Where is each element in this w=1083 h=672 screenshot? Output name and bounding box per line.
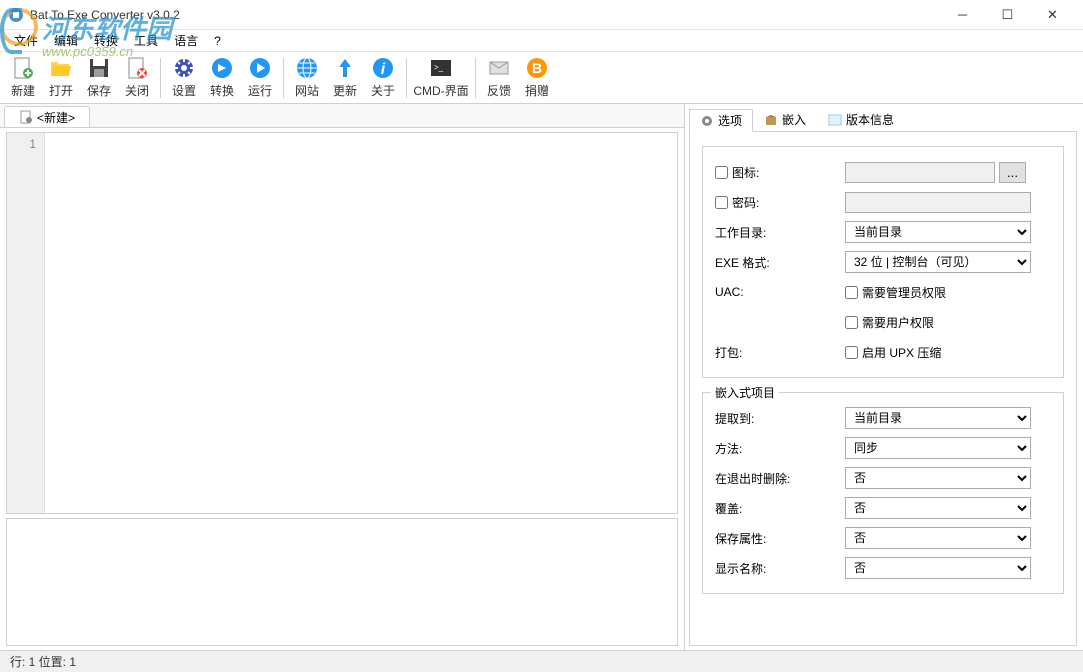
uac-user-checkbox[interactable] [845, 316, 858, 329]
toolbar-website[interactable]: 网站 [289, 54, 325, 102]
delete-select[interactable]: 否 [845, 467, 1031, 489]
password-input[interactable] [845, 192, 1031, 213]
pack-label: 打包: [715, 344, 845, 361]
editor-area: <新建> 1 [0, 104, 685, 650]
terminal-icon: >_ [429, 56, 453, 80]
folder-open-icon [49, 56, 73, 80]
line-gutter: 1 [7, 133, 45, 513]
uac-label: UAC: [715, 285, 845, 299]
uac-admin-checkbox[interactable] [845, 286, 858, 299]
maximize-button[interactable]: ☐ [985, 0, 1030, 29]
password-checkbox[interactable] [715, 196, 728, 209]
svg-text:>_: >_ [434, 63, 444, 72]
icon-browse-button[interactable]: ... [999, 162, 1026, 183]
globe-icon [295, 56, 319, 80]
toolbar-convert[interactable]: 转换 [204, 54, 240, 102]
basic-options-group: 图标: ... 密码: [702, 146, 1064, 378]
tab-embed[interactable]: 嵌入 [753, 108, 817, 131]
toolbar: 新建 打开 保存 关闭 设置 转换 运行 网站 更新 i 关于 >_ CMD-界… [0, 52, 1083, 104]
info-icon: i [371, 56, 395, 80]
menu-tools[interactable]: 工具 [126, 30, 166, 51]
mail-icon [487, 56, 511, 80]
toolbar-open[interactable]: 打开 [43, 54, 79, 102]
menu-file[interactable]: 文件 [6, 30, 46, 51]
toolbar-close[interactable]: 关闭 [119, 54, 155, 102]
right-panel: 选项 嵌入 版本信息 图标: [685, 104, 1083, 650]
extract-select[interactable]: 当前目录 [845, 407, 1031, 429]
editor-tabs: <新建> [0, 104, 684, 128]
exeformat-select[interactable]: 32 位 | 控制台（可见） [845, 251, 1031, 273]
saveattr-label: 保存属性: [715, 530, 845, 547]
toolbar-feedback[interactable]: 反馈 [481, 54, 517, 102]
save-icon [87, 56, 111, 80]
uac-admin-wrap[interactable]: 需要管理员权限 [845, 284, 946, 301]
bitcoin-icon: B [525, 56, 549, 80]
icon-input[interactable] [845, 162, 995, 183]
showname-label: 显示名称: [715, 560, 845, 577]
toolbar-about[interactable]: i 关于 [365, 54, 401, 102]
app-icon [8, 7, 24, 23]
saveattr-select[interactable]: 否 [845, 527, 1031, 549]
toolbar-cmd[interactable]: >_ CMD-界面 [412, 54, 470, 102]
toolbar-settings[interactable]: 设置 [166, 54, 202, 102]
embed-options-group: 嵌入式项目 提取到: 当前目录 方法: 同步 在退出时删除: 否 [702, 392, 1064, 594]
menu-language[interactable]: 语言 [166, 30, 206, 51]
document-icon [19, 110, 33, 124]
workdir-select[interactable]: 当前目录 [845, 221, 1031, 243]
close-button[interactable]: ✕ [1030, 0, 1075, 29]
exeformat-label: EXE 格式: [715, 254, 845, 271]
toolbar-donate[interactable]: B 捐赠 [519, 54, 555, 102]
options-panel: 图标: ... 密码: [689, 132, 1077, 646]
workdir-label: 工作目录: [715, 224, 845, 241]
gear-icon [700, 114, 714, 128]
output-panel[interactable] [6, 518, 678, 646]
showname-select[interactable]: 否 [845, 557, 1031, 579]
uac-user-wrap[interactable]: 需要用户权限 [845, 314, 934, 331]
menu-convert[interactable]: 转换 [86, 30, 126, 51]
method-select[interactable]: 同步 [845, 437, 1031, 459]
statusbar: 行: 1 位置: 1 [0, 650, 1083, 672]
settings-icon [172, 56, 196, 80]
method-label: 方法: [715, 440, 845, 457]
tab-version[interactable]: 版本信息 [817, 108, 905, 131]
toolbar-run[interactable]: 运行 [242, 54, 278, 102]
menu-edit[interactable]: 编辑 [46, 30, 86, 51]
toolbar-new[interactable]: 新建 [5, 54, 41, 102]
upx-checkbox[interactable] [845, 346, 858, 359]
overwrite-label: 覆盖: [715, 500, 845, 517]
toolbar-save[interactable]: 保存 [81, 54, 117, 102]
run-icon [248, 56, 272, 80]
titlebar: Bat To Exe Converter v3.0.2 ─ ☐ ✕ [0, 0, 1083, 30]
tab-options[interactable]: 选项 [689, 109, 753, 132]
cursor-position: 行: 1 位置: 1 [10, 653, 76, 670]
toolbar-update[interactable]: 更新 [327, 54, 363, 102]
icon-checkbox[interactable] [715, 166, 728, 179]
svg-text:i: i [381, 61, 386, 78]
embed-group-title: 嵌入式项目 [711, 384, 779, 401]
info-card-icon [828, 113, 842, 127]
menubar: 文件 编辑 转换 工具 语言 ? [0, 30, 1083, 52]
upx-wrap[interactable]: 启用 UPX 压缩 [845, 344, 941, 361]
panel-tabs: 选项 嵌入 版本信息 [689, 108, 1077, 132]
new-file-icon [11, 56, 35, 80]
update-icon [333, 56, 357, 80]
convert-icon [210, 56, 234, 80]
editor-tab-new[interactable]: <新建> [4, 106, 90, 127]
minimize-button[interactable]: ─ [940, 0, 985, 29]
window-title: Bat To Exe Converter v3.0.2 [30, 8, 940, 22]
icon-checkbox-wrap[interactable]: 图标: [715, 164, 845, 181]
extract-label: 提取到: [715, 410, 845, 427]
code-editor[interactable]: 1 [6, 132, 678, 514]
svg-text:B: B [532, 60, 542, 76]
overwrite-select[interactable]: 否 [845, 497, 1031, 519]
close-file-icon [125, 56, 149, 80]
delete-label: 在退出时删除: [715, 470, 845, 487]
package-icon [764, 113, 778, 127]
menu-help[interactable]: ? [206, 32, 229, 50]
password-checkbox-wrap[interactable]: 密码: [715, 194, 845, 211]
editor-content[interactable] [45, 133, 677, 513]
